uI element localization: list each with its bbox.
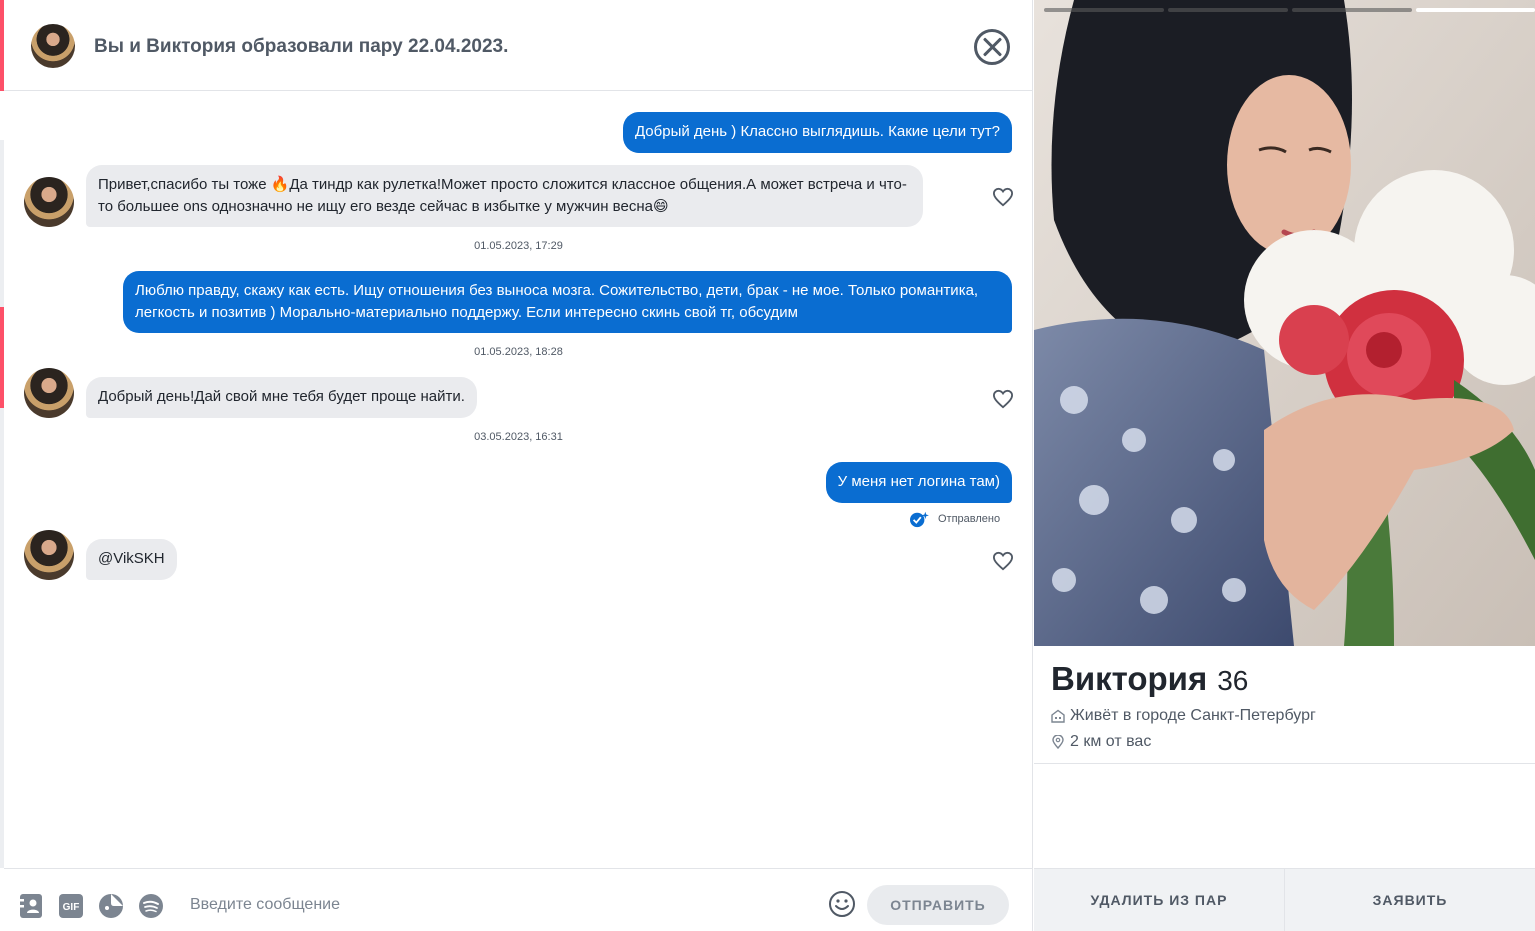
message-outgoing: Люблю правду, скажу как есть. Ищу отноше…	[123, 271, 1012, 333]
profile-distance: 2 км от вас	[1070, 733, 1152, 750]
heart-icon[interactable]	[992, 389, 1014, 409]
message-incoming: Добрый день!Дай свой мне тебя будет прощ…	[86, 377, 477, 418]
emoji-icon[interactable]	[828, 890, 856, 918]
photo-progress-segment[interactable]	[1168, 8, 1288, 12]
photo-progress-segment[interactable]	[1292, 8, 1412, 12]
svg-text:GIF: GIF	[63, 902, 80, 913]
profile-pane: Виктория 36 Живёт в городе Санкт-Петербу…	[1034, 0, 1535, 931]
message-outgoing: Добрый день ) Классно выглядишь. Какие ц…	[622, 112, 1012, 153]
edge-marker	[0, 140, 4, 307]
message-outgoing: У меня нет логина там)	[825, 462, 1012, 503]
timestamp: 01.05.2023, 17:29	[474, 240, 563, 252]
profile-name-row: Виктория 36	[1051, 660, 1248, 698]
close-icon[interactable]	[974, 29, 1010, 65]
profile-divider	[1034, 763, 1535, 764]
sender-avatar[interactable]	[24, 530, 74, 580]
sent-status: Отправлено	[908, 510, 1000, 528]
profile-name: Виктория	[1051, 660, 1208, 697]
profile-city-line: Живёт в городе Санкт-Петербург	[1051, 707, 1316, 725]
contact-card-icon[interactable]	[18, 893, 44, 919]
sender-avatar[interactable]	[24, 368, 74, 418]
profile-photo[interactable]	[1034, 0, 1535, 646]
match-avatar[interactable]	[31, 24, 75, 68]
delivered-check-icon	[910, 511, 929, 528]
sent-status-label: Отправлено	[938, 513, 1001, 525]
timestamp: 03.05.2023, 16:31	[474, 431, 563, 443]
profile-city: Живёт в городе Санкт-Петербург	[1070, 707, 1316, 724]
profile-age: 36	[1217, 665, 1249, 696]
photo-progress-segment-active[interactable]	[1416, 8, 1535, 12]
profile-distance-line: 2 км от вас	[1051, 733, 1151, 751]
sender-avatar[interactable]	[24, 177, 74, 227]
heart-icon[interactable]	[992, 187, 1014, 207]
photo-progress-segment[interactable]	[1044, 8, 1164, 12]
unmatch-button[interactable]: УДАЛИТЬ ИЗ ПАР	[1034, 869, 1284, 931]
chat-pane: Вы и Виктория образовали пару 22.04.2023…	[0, 0, 1033, 931]
message-input[interactable]	[190, 892, 810, 918]
report-button[interactable]: ЗАЯВИТЬ	[1284, 869, 1535, 931]
app: Вы и Виктория образовали пару 22.04.2023…	[0, 0, 1535, 931]
gif-icon[interactable]: GIF	[58, 893, 84, 919]
send-button[interactable]: ОТПРАВИТЬ	[867, 885, 1009, 925]
edge-marker	[0, 408, 4, 868]
sticker-icon[interactable]	[98, 893, 124, 919]
location-pin-icon	[1052, 735, 1064, 749]
heart-icon[interactable]	[992, 551, 1014, 571]
profile-photo-image	[1034, 0, 1535, 646]
profile-actions: УДАЛИТЬ ИЗ ПАР ЗАЯВИТЬ	[1034, 868, 1535, 931]
message-incoming: @VikSKH	[86, 539, 177, 580]
match-title: Вы и Виктория образовали пару 22.04.2023…	[94, 36, 509, 57]
chat-header: Вы и Виктория образовали пару 22.04.2023…	[4, 0, 1033, 91]
timestamp: 01.05.2023, 18:28	[474, 346, 563, 358]
message-incoming: Привет,спасибо ты тоже 🔥Да тиндр как рул…	[86, 165, 923, 227]
spotify-icon[interactable]	[138, 893, 164, 919]
home-icon	[1051, 709, 1065, 723]
